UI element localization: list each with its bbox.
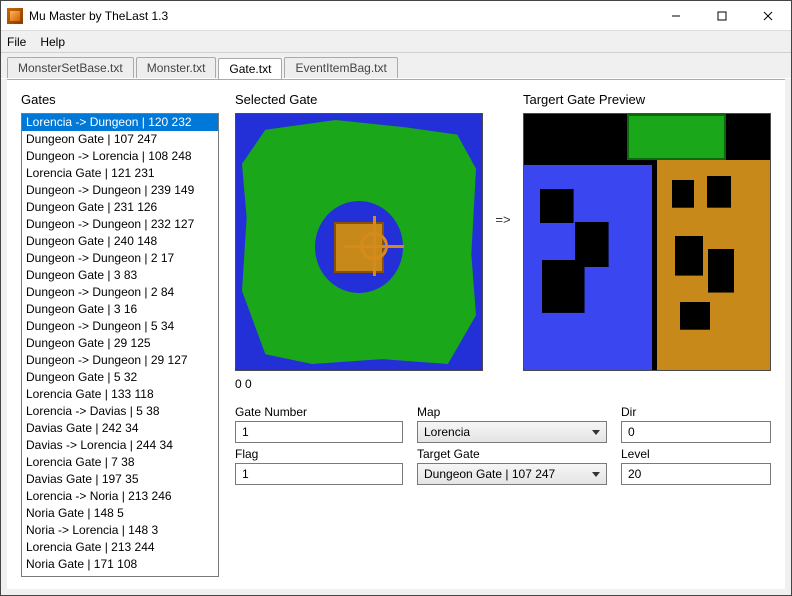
flag-label: Flag <box>235 447 403 461</box>
maximize-button[interactable] <box>699 1 745 31</box>
minimize-button[interactable] <box>653 1 699 31</box>
map-combobox-value: Lorencia <box>424 425 470 439</box>
list-item[interactable]: Lorencia -> Noria | 213 246 <box>22 488 218 505</box>
level-group: Level <box>621 447 771 485</box>
list-item[interactable]: Davias -> Lorencia | 244 34 <box>22 437 218 454</box>
list-item[interactable]: Lorencia -> Davias | 5 38 <box>22 403 218 420</box>
list-item[interactable]: Dungeon -> Dungeon | 2 17 <box>22 250 218 267</box>
list-item[interactable]: Dungeon -> Dungeon | 239 149 <box>22 182 218 199</box>
cursor-coords: 0 0 <box>235 377 483 391</box>
list-item[interactable]: Lorencia Gate | 7 38 <box>22 454 218 471</box>
maps-row: Selected Gate 0 0 => Targert Gate Previe… <box>235 92 771 391</box>
list-item[interactable]: Lorencia Gate | 133 118 <box>22 386 218 403</box>
dir-field[interactable] <box>621 421 771 443</box>
list-item[interactable]: Dungeon Gate | 5 32 <box>22 369 218 386</box>
tab-monstersetbase[interactable]: MonsterSetBase.txt <box>7 57 134 78</box>
chevron-down-icon <box>592 430 600 435</box>
menu-file[interactable]: File <box>7 35 26 49</box>
minimize-icon <box>671 11 681 21</box>
target-gate-combobox[interactable]: Dungeon Gate | 107 247 <box>417 463 607 485</box>
list-item[interactable]: Davias Gate | 242 34 <box>22 420 218 437</box>
list-item[interactable]: Noria Gate | 148 5 <box>22 505 218 522</box>
level-label: Level <box>621 447 771 461</box>
map-combobox[interactable]: Lorencia <box>417 421 607 443</box>
list-item[interactable]: Dungeon Gate | 240 148 <box>22 233 218 250</box>
close-button[interactable] <box>745 1 791 31</box>
detail-panel: Selected Gate 0 0 => Targert Gate Previe… <box>235 92 771 577</box>
target-gate-col: Targert Gate Preview <box>523 92 771 371</box>
list-item[interactable]: Dungeon Gate | 29 125 <box>22 335 218 352</box>
gates-listbox[interactable]: Lorencia -> Dungeon | 120 232Dungeon Gat… <box>21 113 219 577</box>
list-item[interactable]: Davias -> Lost Tower | 2 248 <box>22 573 218 577</box>
menubar: File Help <box>1 31 791 53</box>
tabbar: MonsterSetBase.txt Monster.txt Gate.txt … <box>1 53 791 79</box>
dir-group: Dir <box>621 405 771 443</box>
list-item[interactable]: Dungeon Gate | 107 247 <box>22 131 218 148</box>
selected-gate-heading: Selected Gate <box>235 92 483 107</box>
gate-number-label: Gate Number <box>235 405 403 419</box>
titlebar: Mu Master by TheLast 1.3 <box>1 1 791 31</box>
list-item[interactable]: Dungeon -> Lorencia | 108 248 <box>22 148 218 165</box>
list-item[interactable]: Dungeon -> Dungeon | 2 84 <box>22 284 218 301</box>
gates-heading: Gates <box>21 92 219 107</box>
flag-group: Flag <box>235 447 403 485</box>
app-icon <box>7 8 23 24</box>
list-item[interactable]: Lorencia Gate | 213 244 <box>22 539 218 556</box>
list-item[interactable]: Dungeon -> Dungeon | 232 127 <box>22 216 218 233</box>
list-item[interactable]: Dungeon Gate | 231 126 <box>22 199 218 216</box>
maximize-icon <box>717 11 727 21</box>
level-field[interactable] <box>621 463 771 485</box>
selected-gate-map[interactable] <box>235 113 483 371</box>
list-item[interactable]: Dungeon -> Dungeon | 29 127 <box>22 352 218 369</box>
tab-eventitembag[interactable]: EventItemBag.txt <box>284 57 397 78</box>
list-item[interactable]: Dungeon Gate | 3 16 <box>22 301 218 318</box>
tab-monster[interactable]: Monster.txt <box>136 57 217 78</box>
list-item[interactable]: Dungeon -> Dungeon | 5 34 <box>22 318 218 335</box>
chevron-down-icon <box>592 472 600 477</box>
selected-gate-col: Selected Gate 0 0 <box>235 92 483 391</box>
menu-help[interactable]: Help <box>40 35 65 49</box>
list-item[interactable]: Noria -> Lorencia | 148 3 <box>22 522 218 539</box>
gate-number-group: Gate Number <box>235 405 403 443</box>
content-area: Gates Lorencia -> Dungeon | 120 232Dunge… <box>7 79 785 589</box>
target-gate-combobox-value: Dungeon Gate | 107 247 <box>424 467 555 481</box>
gate-form: Gate Number Map Lorencia Dir Flag <box>235 405 771 485</box>
gates-panel: Gates Lorencia -> Dungeon | 120 232Dunge… <box>21 92 219 577</box>
target-gate-map[interactable] <box>523 113 771 371</box>
target-gate-group: Target Gate Dungeon Gate | 107 247 <box>417 447 607 485</box>
list-item[interactable]: Dungeon Gate | 3 83 <box>22 267 218 284</box>
close-icon <box>763 11 773 21</box>
map-label: Map <box>417 405 607 419</box>
list-item[interactable]: Davias Gate | 197 35 <box>22 471 218 488</box>
app-window: Mu Master by TheLast 1.3 File Help Monst… <box>0 0 792 596</box>
list-item[interactable]: Lorencia -> Dungeon | 120 232 <box>22 114 218 131</box>
flag-field[interactable] <box>235 463 403 485</box>
gate-number-field[interactable] <box>235 421 403 443</box>
target-gate-label: Target Gate <box>417 447 607 461</box>
tab-gate[interactable]: Gate.txt <box>218 58 282 79</box>
dir-label: Dir <box>621 405 771 419</box>
target-preview-heading: Targert Gate Preview <box>523 92 771 107</box>
list-item[interactable]: Noria Gate | 171 108 <box>22 556 218 573</box>
map-group: Map Lorencia <box>417 405 607 443</box>
arrow-label: => <box>491 92 515 227</box>
list-item[interactable]: Lorencia Gate | 121 231 <box>22 165 218 182</box>
window-title: Mu Master by TheLast 1.3 <box>29 9 168 23</box>
